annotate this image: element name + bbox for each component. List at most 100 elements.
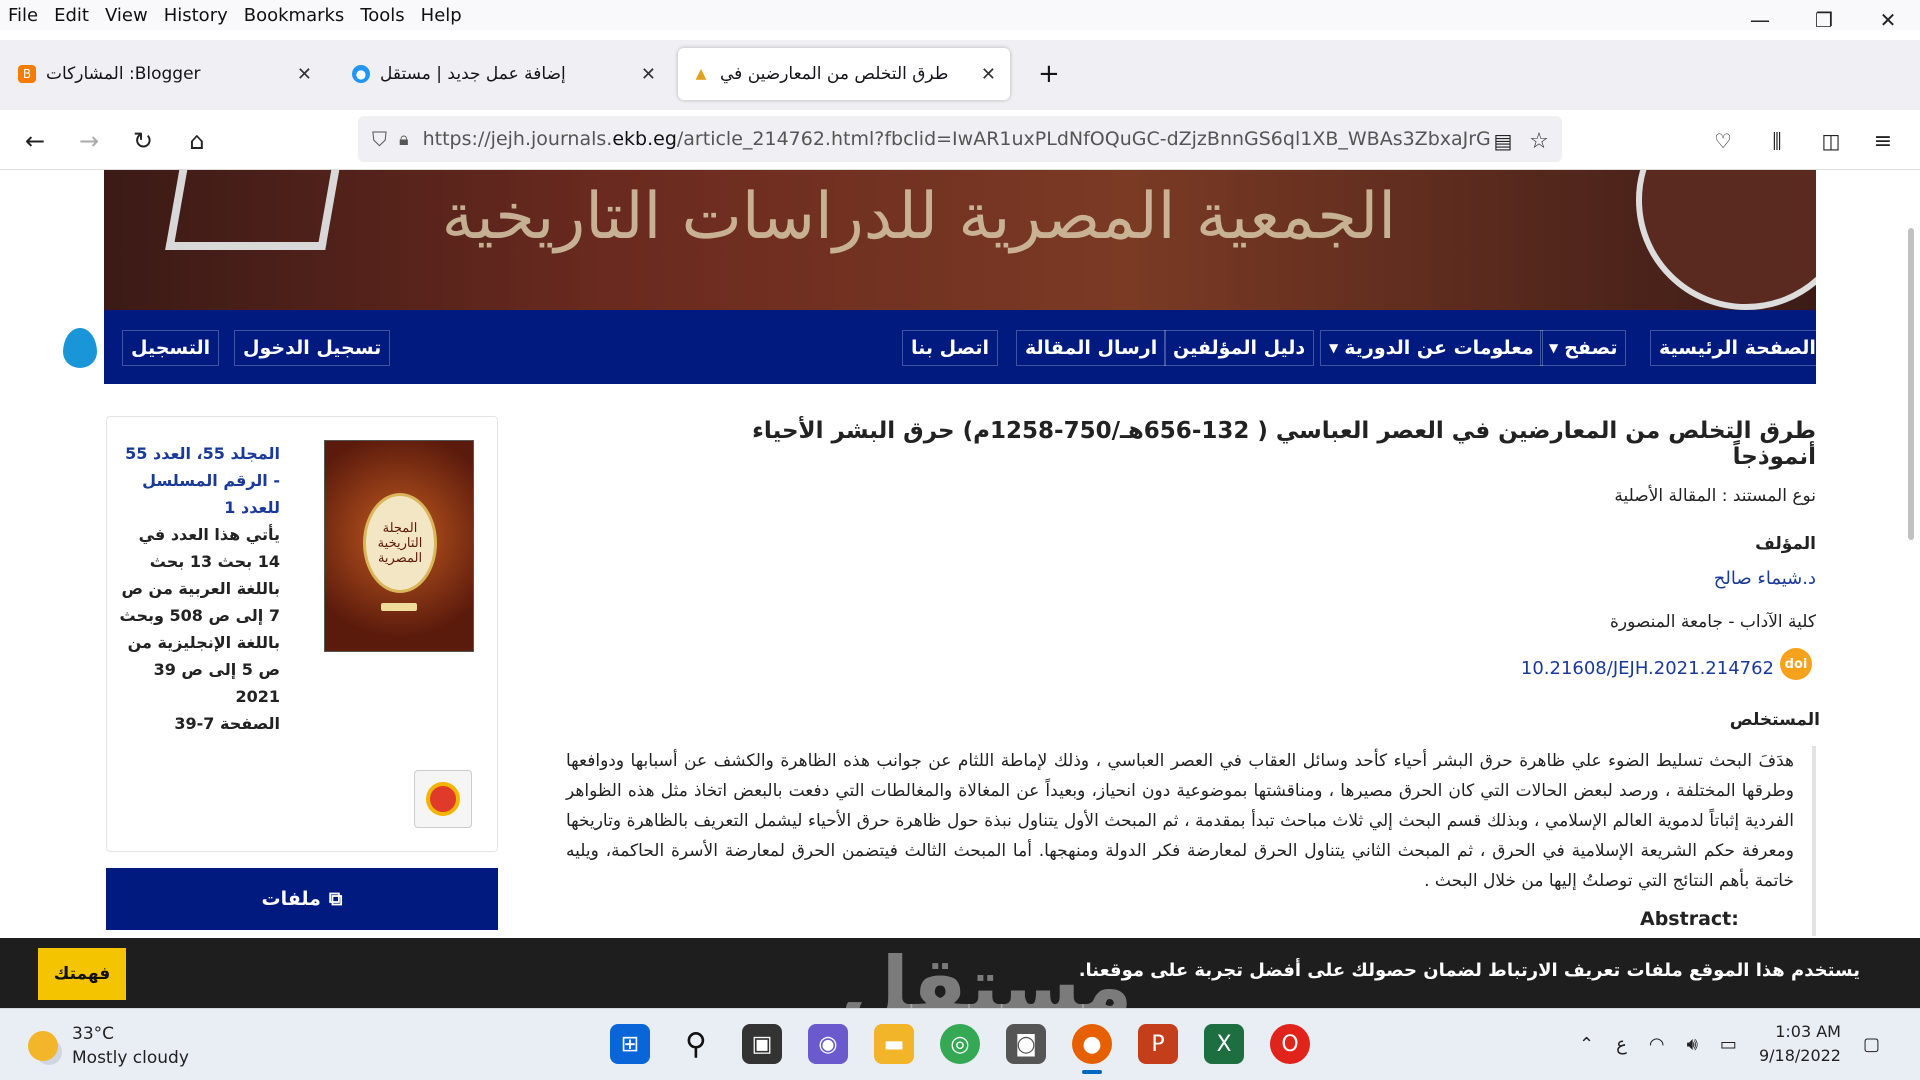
menu-bookmarks[interactable]: Bookmarks bbox=[236, 5, 353, 26]
nav-browse-label: تصفح bbox=[1564, 337, 1618, 359]
author-affiliation: كلية الآداب - جامعة المنصورة bbox=[1609, 612, 1816, 632]
book-logo bbox=[165, 170, 343, 250]
doi-icon: doi bbox=[1780, 648, 1812, 680]
clock-time: 1:03 AM bbox=[1775, 1022, 1841, 1041]
files-button[interactable]: ⧉ ملفات bbox=[106, 868, 498, 930]
tab-blogger[interactable]: B Blogger: المشاركات ✕ bbox=[4, 48, 326, 100]
caret-down-icon: ▼ bbox=[1549, 341, 1559, 355]
menu-edit[interactable]: Edit bbox=[46, 5, 97, 26]
cover-decoration bbox=[381, 603, 417, 611]
notification-icon[interactable]: ▢ bbox=[1863, 1034, 1880, 1055]
battery-icon[interactable]: ▭ bbox=[1720, 1034, 1737, 1055]
mendeley-icon bbox=[426, 782, 460, 816]
page-range: الصفحة 7-39 bbox=[174, 714, 280, 733]
nav-journal-info-label: معلومات عن الدورية bbox=[1344, 337, 1534, 359]
close-tab-icon[interactable]: ✕ bbox=[641, 64, 656, 85]
minimize-icon[interactable]: — bbox=[1728, 0, 1792, 40]
issue-link[interactable]: المجلد 55، العدد 55 - الرقم المسلسل للعد… bbox=[118, 440, 280, 521]
volume-icon[interactable]: 🔊︎ bbox=[1687, 1034, 1698, 1055]
shield-icon[interactable]: ⛉ bbox=[372, 127, 387, 151]
chrome-icon[interactable]: ◎ bbox=[940, 1024, 980, 1064]
camera-icon[interactable]: ◙ bbox=[1006, 1024, 1046, 1064]
system-tray: ⌃ ع ◠ 🔊︎ ▭ 1:03 AM 9/18/2022 ▢ bbox=[1579, 1020, 1880, 1068]
journal-banner: الجمعية المصرية للدراسات التاريخية bbox=[104, 170, 1816, 310]
water-drop-icon[interactable] bbox=[63, 328, 97, 368]
file-explorer-icon[interactable]: ▬ bbox=[874, 1024, 914, 1064]
close-tab-icon[interactable]: ✕ bbox=[981, 64, 996, 85]
chevron-up-icon[interactable]: ⌃ bbox=[1579, 1034, 1594, 1055]
mendeley-button[interactable] bbox=[414, 770, 472, 828]
new-tab-button[interactable]: + bbox=[1024, 48, 1064, 100]
menu-view[interactable]: View bbox=[97, 5, 156, 26]
tab-article[interactable]: ▲ طرق التخلص من المعارضين في ✕ bbox=[678, 48, 1010, 100]
journal-cover-image[interactable]: المجلة التاريخية المصرية bbox=[324, 440, 474, 652]
active-app-indicator bbox=[1082, 1070, 1102, 1074]
clock[interactable]: 1:03 AM 9/18/2022 bbox=[1759, 1020, 1841, 1068]
nav-journal-info[interactable]: معلومات عن الدورية ▼ bbox=[1320, 330, 1543, 366]
pocket-icon[interactable]: ♡ bbox=[1706, 124, 1740, 158]
task-view-icon[interactable]: ▣ bbox=[742, 1024, 782, 1064]
powerpoint-icon[interactable]: P bbox=[1138, 1024, 1178, 1064]
cookie-accept-button[interactable]: فهمتك bbox=[38, 948, 126, 1000]
sidebar-icon[interactable]: ◫ bbox=[1814, 124, 1848, 158]
teams-chat-icon[interactable]: ◉ bbox=[808, 1024, 848, 1064]
reader-view-icon[interactable]: ▤ bbox=[1486, 124, 1520, 158]
weather-widget[interactable]: 33°C Mostly cloudy bbox=[28, 1022, 189, 1070]
nav-browse[interactable]: تصفح ▼ bbox=[1540, 330, 1627, 366]
back-icon[interactable]: ← bbox=[18, 124, 52, 158]
cover-title: المجلة التاريخية المصرية bbox=[363, 493, 437, 593]
menu-bar: File Edit View History Bookmarks Tools H… bbox=[0, 0, 1920, 30]
tab-title: إضافة عمل جديد | مستقل bbox=[380, 64, 566, 84]
society-seal-logo bbox=[1636, 170, 1816, 310]
reload-icon[interactable]: ↻ bbox=[126, 124, 160, 158]
menu-tools[interactable]: Tools bbox=[352, 5, 412, 26]
opera-icon[interactable]: O bbox=[1270, 1024, 1310, 1064]
clock-date: 9/18/2022 bbox=[1758, 1046, 1841, 1065]
nav-home[interactable]: الصفحة الرئيسية bbox=[1650, 330, 1825, 366]
issue-year: 2021 bbox=[235, 687, 280, 706]
caret-down-icon: ▼ bbox=[1329, 341, 1339, 355]
nav-author-guide[interactable]: دليل المؤلفين bbox=[1164, 330, 1315, 366]
close-window-icon[interactable]: ✕ bbox=[1856, 0, 1920, 40]
document-type: نوع المستند : المقالة الأصلية bbox=[1614, 486, 1816, 506]
issue-details: المجلد 55، العدد 55 - الرقم المسلسل للعد… bbox=[118, 440, 280, 737]
lock-icon[interactable]: 🔒︎ bbox=[399, 129, 409, 150]
home-icon[interactable]: ⌂ bbox=[180, 124, 214, 158]
close-tab-icon[interactable]: ✕ bbox=[297, 64, 312, 85]
article-title: طرق التخلص من المعارضين في العصر العباسي… bbox=[752, 418, 1816, 470]
abstract-box: هدَفَ البحث تسليط الضوء علي ظاهرة حرق ال… bbox=[566, 746, 1816, 936]
restore-icon[interactable]: ❐ bbox=[1792, 0, 1856, 40]
author-link[interactable]: د.شيماء صالح bbox=[1714, 568, 1816, 589]
weather-cloudy-icon bbox=[28, 1031, 58, 1061]
doi-link[interactable]: 10.21608/JEJH.2021.214762 bbox=[1521, 658, 1774, 679]
window-controls: — ❐ ✕ bbox=[1728, 0, 1920, 40]
banner-text: الجمعية المصرية للدراسات التاريخية bbox=[441, 180, 1396, 254]
english-abstract-heading: Abstract: bbox=[1640, 908, 1739, 930]
menu-file[interactable]: File bbox=[0, 5, 46, 26]
firefox-icon[interactable]: ● bbox=[1072, 1024, 1112, 1064]
hamburger-menu-icon[interactable]: ≡ bbox=[1866, 124, 1900, 158]
page-scrollbar[interactable] bbox=[1908, 228, 1914, 540]
abstract-heading: المستخلص bbox=[1729, 710, 1820, 730]
search-icon[interactable]: ⚲ bbox=[676, 1024, 716, 1064]
nav-register[interactable]: التسجيل bbox=[122, 330, 220, 366]
bookmark-star-icon[interactable]: ☆ bbox=[1522, 124, 1556, 158]
forward-icon[interactable]: → bbox=[72, 124, 106, 158]
menu-help[interactable]: Help bbox=[413, 5, 470, 26]
files-label: ملفات bbox=[261, 888, 321, 910]
tab-mostaql[interactable]: ● إضافة عمل جديد | مستقل ✕ bbox=[338, 48, 670, 100]
weather-condition: Mostly cloudy bbox=[72, 1048, 189, 1068]
nav-login[interactable]: تسجيل الدخول bbox=[234, 330, 391, 366]
start-menu-icon[interactable]: ⊞ bbox=[610, 1024, 650, 1064]
input-language[interactable]: ع bbox=[1616, 1034, 1627, 1055]
menu-history[interactable]: History bbox=[156, 5, 236, 26]
nav-submit-article[interactable]: ارسال المقالة bbox=[1016, 330, 1167, 366]
issue-description: يأتي هذا العدد في 14 بحث 13 بحث باللغة ا… bbox=[119, 525, 280, 679]
library-icon[interactable]: ⫼ bbox=[1760, 124, 1794, 158]
excel-icon[interactable]: X bbox=[1204, 1024, 1244, 1064]
tab-title: Blogger: المشاركات bbox=[46, 64, 201, 84]
author-heading: المؤلف bbox=[1755, 534, 1816, 554]
nav-contact[interactable]: اتصل بنا bbox=[902, 330, 998, 366]
wifi-icon[interactable]: ◠ bbox=[1649, 1034, 1665, 1055]
url-bar[interactable]: ⛉ 🔒︎ https://jejh.journals. ekb.eg/articl… bbox=[358, 116, 1562, 162]
